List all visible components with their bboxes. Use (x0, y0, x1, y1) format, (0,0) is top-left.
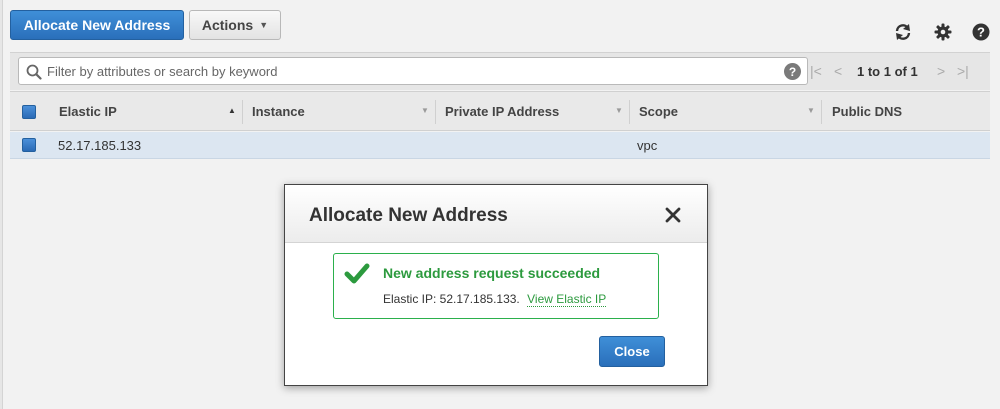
column-separator (629, 100, 630, 124)
pagination-label: 1 to 1 of 1 (857, 64, 918, 79)
dialog-title: Allocate New Address (309, 205, 508, 226)
column-separator (821, 100, 822, 124)
svg-text:?: ? (977, 25, 985, 40)
close-icon[interactable] (663, 205, 683, 225)
search-input[interactable] (47, 61, 767, 81)
column-separator (435, 100, 436, 124)
checkmark-icon (344, 263, 370, 288)
select-all-checkbox[interactable] (22, 105, 36, 119)
success-title: New address request succeeded (383, 265, 601, 281)
chevron-down-icon: ▼ (259, 20, 269, 30)
left-edge (0, 0, 3, 409)
search-help-icon[interactable]: ? (784, 63, 801, 80)
sort-icon[interactable]: ▼ (421, 106, 429, 115)
column-header-instance[interactable]: Instance (252, 104, 305, 119)
close-button[interactable]: Close (599, 336, 665, 367)
cell-elastic-ip: 52.17.185.133 (58, 138, 142, 153)
allocate-address-dialog: Allocate New Address New address request… (284, 184, 708, 386)
allocate-new-address-label: Allocate New Address (23, 17, 171, 33)
cell-scope: vpc (637, 138, 658, 153)
table-header: Elastic IP ▲ Instance ▼ Private IP Addre… (10, 91, 990, 131)
success-body-text: Elastic IP: 52.17.185.133. (383, 292, 520, 306)
table-row[interactable]: 52.17.185.133 vpc (10, 132, 990, 159)
filter-bar: ? |< < 1 to 1 of 1 > >| (10, 52, 990, 90)
allocate-new-address-button[interactable]: Allocate New Address (10, 10, 184, 40)
gear-icon[interactable] (933, 22, 953, 42)
last-page-icon[interactable]: >| (957, 63, 969, 79)
column-header-elastic-ip[interactable]: Elastic IP (59, 104, 117, 119)
actions-dropdown-button[interactable]: Actions ▼ (189, 10, 281, 40)
sort-icon[interactable]: ▼ (807, 106, 815, 115)
dialog-header: Allocate New Address (285, 185, 707, 243)
next-page-icon[interactable]: > (937, 63, 945, 79)
success-message: Elastic IP: 52.17.185.133. View Elastic … (383, 292, 607, 307)
sort-icon[interactable]: ▼ (615, 106, 623, 115)
column-separator (242, 100, 243, 124)
column-header-private-ip[interactable]: Private IP Address (445, 104, 559, 119)
success-alert: New address request succeeded Elastic IP… (333, 253, 659, 319)
sort-ascending-icon[interactable]: ▲ (228, 106, 236, 115)
prev-page-icon[interactable]: < (834, 63, 842, 79)
refresh-icon[interactable] (893, 22, 913, 42)
first-page-icon[interactable]: |< (810, 63, 822, 79)
column-header-scope[interactable]: Scope (639, 104, 678, 119)
column-header-public-dns[interactable]: Public DNS (832, 104, 902, 119)
row-checkbox[interactable] (22, 138, 36, 152)
search-icon (26, 64, 42, 83)
actions-label: Actions (201, 17, 254, 33)
search-box[interactable]: ? (18, 57, 808, 85)
view-elastic-ip-link[interactable]: View Elastic IP (527, 292, 607, 307)
page: Allocate New Address Actions ▼ ? Filter … (0, 0, 1000, 409)
help-icon[interactable]: ? (971, 22, 991, 42)
close-button-label: Close (614, 344, 650, 359)
